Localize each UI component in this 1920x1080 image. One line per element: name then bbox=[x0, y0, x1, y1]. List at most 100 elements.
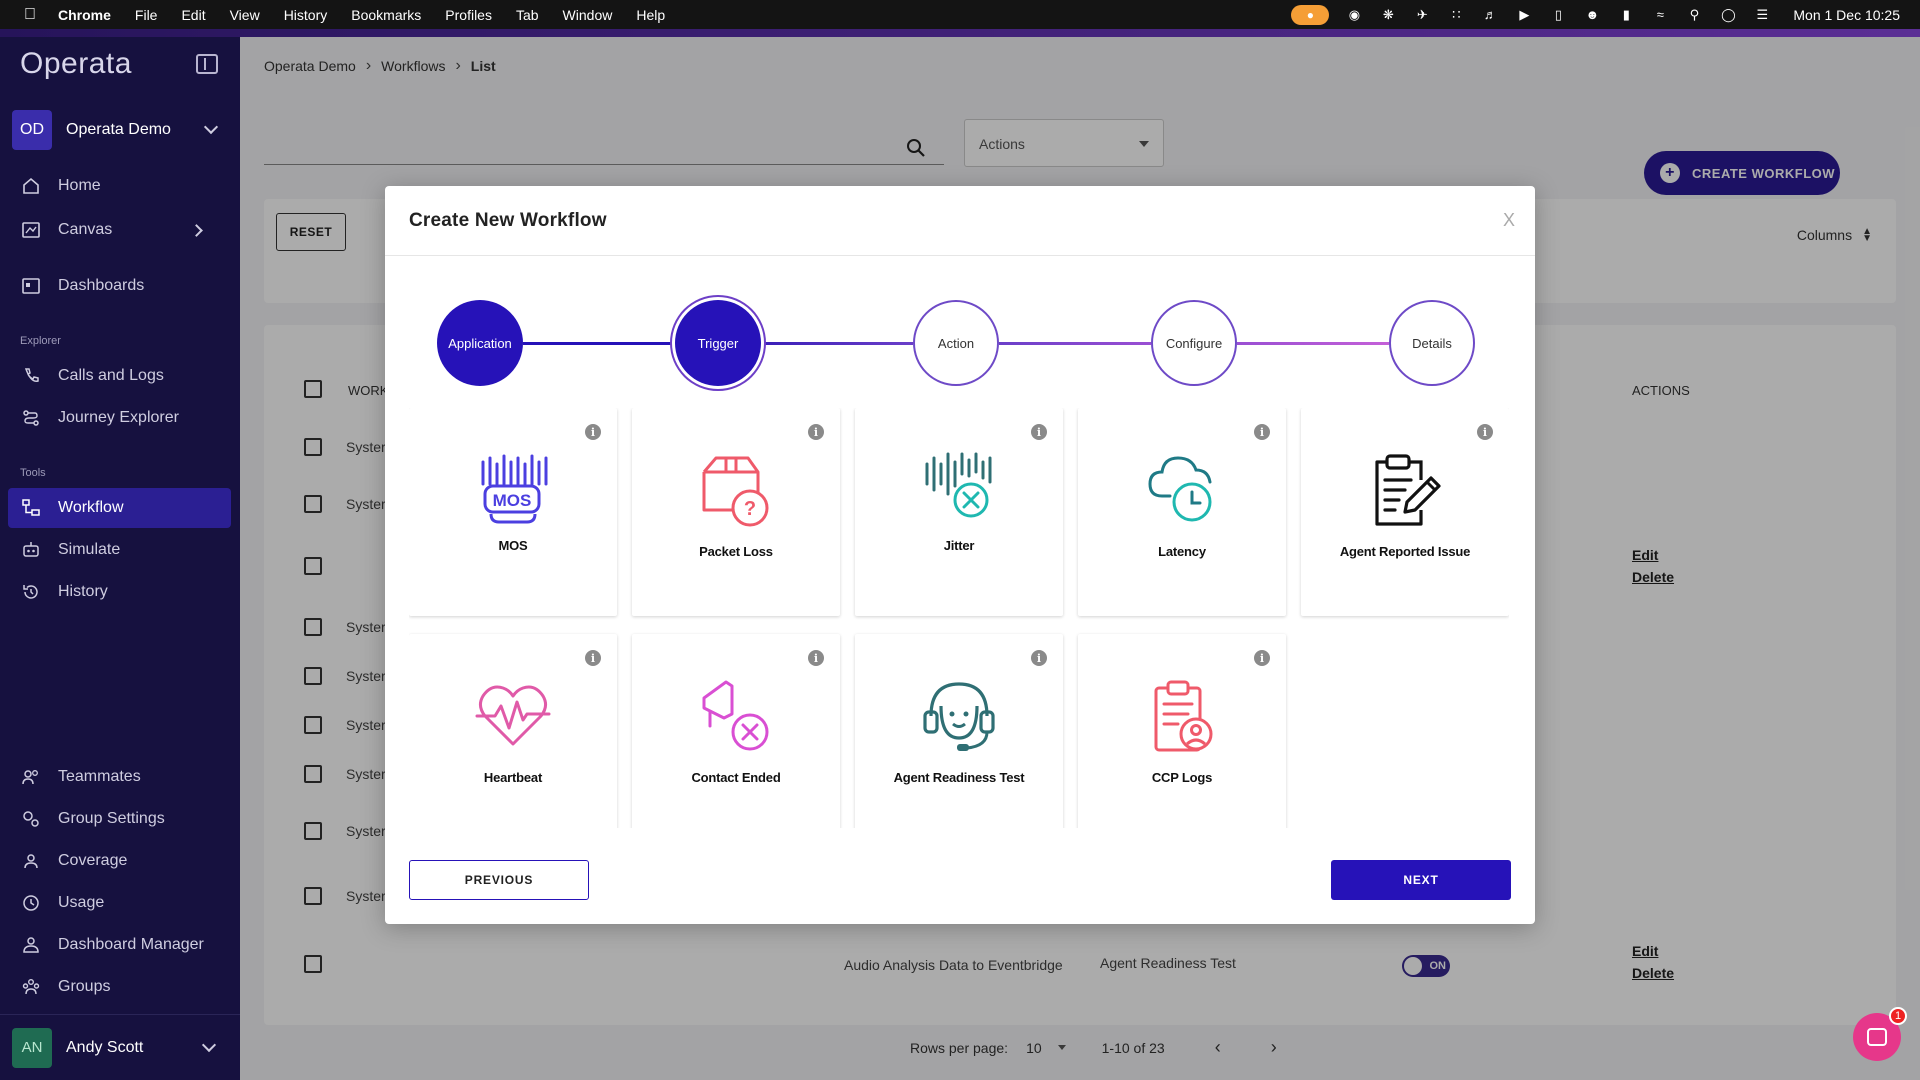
sidebar-item-dashboards[interactable]: Dashboards bbox=[8, 266, 231, 306]
sidebar-item-canvas[interactable]: Canvas bbox=[8, 210, 231, 250]
card-label: Agent Reported Issue bbox=[1339, 544, 1471, 559]
menu-profiles[interactable]: Profiles bbox=[445, 7, 492, 23]
info-icon[interactable]: i bbox=[1031, 424, 1047, 440]
heartbeat-icon bbox=[475, 685, 551, 746]
menu-window[interactable]: Window bbox=[563, 7, 613, 23]
chevron-right-icon bbox=[190, 223, 203, 237]
latency-icon bbox=[1148, 456, 1212, 522]
ai-icon[interactable]: ❋ bbox=[1379, 7, 1397, 23]
trigger-card-agent-reported-issue[interactable]: i Agent Reported Issue bbox=[1301, 408, 1509, 616]
trigger-card-mos[interactable]: i MOS MOS bbox=[409, 408, 617, 616]
section-label-tools: Tools bbox=[20, 467, 46, 479]
chat-launcher-button[interactable]: 1 bbox=[1853, 1007, 1907, 1061]
menu-app-name[interactable]: Chrome bbox=[58, 7, 111, 23]
canvas-icon bbox=[20, 219, 42, 241]
sidebar-item-journey-explorer[interactable]: Journey Explorer bbox=[8, 398, 231, 438]
battery-icon[interactable]: ▮ bbox=[1617, 7, 1635, 23]
menu-help[interactable]: Help bbox=[636, 7, 665, 23]
packet-loss-icon: ? bbox=[702, 456, 769, 527]
trigger-card-agent-readiness-test[interactable]: i Agent Readiness Test bbox=[855, 634, 1063, 828]
chat-icon bbox=[1867, 1028, 1887, 1046]
svg-text:?: ? bbox=[744, 498, 756, 520]
home-icon bbox=[20, 175, 42, 197]
microphone-icon[interactable]: ● bbox=[1291, 4, 1330, 25]
sidebar-item-label: Groups bbox=[58, 978, 111, 995]
sidebar-item-label: Coverage bbox=[58, 852, 128, 869]
sidebar-item-group-settings[interactable]: Group Settings bbox=[8, 799, 231, 839]
card-label: Contact Ended bbox=[691, 770, 781, 785]
workflow-icon bbox=[20, 497, 42, 519]
logo-row: Operata bbox=[0, 29, 240, 99]
card-label: CCP Logs bbox=[1151, 770, 1213, 785]
close-icon[interactable]: X bbox=[1503, 210, 1515, 231]
logo[interactable]: Operata bbox=[20, 47, 132, 81]
menu-file[interactable]: File bbox=[135, 7, 158, 23]
trigger-card-latency[interactable]: i Latency bbox=[1078, 408, 1286, 616]
sidebar-item-coverage[interactable]: Coverage bbox=[8, 841, 231, 881]
info-icon[interactable]: i bbox=[1254, 650, 1270, 666]
step-configure[interactable]: Configure bbox=[1151, 300, 1237, 386]
sidebar-item-dashboard-manager[interactable]: Dashboard Manager bbox=[8, 925, 231, 965]
next-button[interactable]: NEXT bbox=[1331, 860, 1511, 900]
step-application[interactable]: Application bbox=[437, 300, 523, 386]
user-menu[interactable]: AN Andy Scott bbox=[0, 1014, 240, 1080]
sidebar-item-history[interactable]: History bbox=[8, 572, 231, 612]
sidebar-item-label: Canvas bbox=[58, 221, 113, 238]
sidebar-item-home[interactable]: Home bbox=[8, 166, 231, 206]
control-center-icon[interactable]: ☰ bbox=[1753, 7, 1771, 23]
step-details[interactable]: Details bbox=[1389, 300, 1475, 386]
info-icon[interactable]: i bbox=[585, 424, 601, 440]
grid-icon[interactable]: ∷ bbox=[1447, 7, 1465, 23]
spotlight-icon[interactable]: ⚲ bbox=[1685, 7, 1703, 23]
trigger-card-packet-loss[interactable]: i ? Packet Loss bbox=[632, 408, 840, 616]
trigger-card-contact-ended[interactable]: i Contact Ended bbox=[632, 634, 840, 828]
trigger-card-jitter[interactable]: i Jitter bbox=[855, 408, 1063, 616]
password-icon[interactable]: ◉ bbox=[1345, 7, 1363, 23]
play-icon[interactable]: ▶ bbox=[1515, 7, 1533, 23]
modal-title: Create New Workflow bbox=[409, 209, 607, 231]
previous-button[interactable]: PREVIOUS bbox=[409, 860, 589, 900]
menu-history[interactable]: History bbox=[284, 7, 328, 23]
trigger-card-ccp-logs[interactable]: i CCP Logs bbox=[1078, 634, 1286, 828]
os-menu-bar:  Chrome File Edit View History Bookmark… bbox=[0, 0, 1920, 29]
sidebar-item-groups[interactable]: Groups bbox=[8, 967, 231, 1007]
info-icon[interactable]: i bbox=[1031, 650, 1047, 666]
teammates-icon bbox=[20, 766, 42, 788]
sidebar-item-label: Usage bbox=[58, 894, 105, 911]
info-icon[interactable]: i bbox=[585, 650, 601, 666]
collapse-sidebar-icon[interactable] bbox=[196, 54, 218, 74]
apple-icon[interactable]:  bbox=[20, 6, 40, 24]
section-label-explorer: Explorer bbox=[20, 335, 61, 347]
sidebar-item-label: Journey Explorer bbox=[58, 409, 179, 426]
menu-tab[interactable]: Tab bbox=[516, 7, 539, 23]
step-action[interactable]: Action bbox=[913, 300, 999, 386]
create-workflow-modal: Create New Workflow X Application Trigge… bbox=[385, 186, 1535, 924]
sidebar-item-calls-and-logs[interactable]: Calls and Logs bbox=[8, 356, 231, 396]
user-status-icon[interactable]: ☻ bbox=[1583, 7, 1601, 22]
groups-icon bbox=[20, 976, 42, 998]
group-settings-icon bbox=[20, 808, 42, 830]
info-icon[interactable]: i bbox=[808, 650, 824, 666]
siri-icon[interactable]: ◯ bbox=[1719, 7, 1737, 23]
trigger-card-heartbeat[interactable]: i Heartbeat bbox=[409, 634, 617, 828]
step-trigger[interactable]: Trigger bbox=[675, 300, 761, 386]
sidebar-item-usage[interactable]: Usage bbox=[8, 883, 231, 923]
menu-view[interactable]: View bbox=[230, 7, 260, 23]
mos-icon: MOS bbox=[481, 454, 548, 524]
sidebar-item-workflow[interactable]: Workflow bbox=[8, 488, 231, 528]
sidebar-item-teammates[interactable]: Teammates bbox=[8, 757, 231, 797]
menu-edit[interactable]: Edit bbox=[181, 7, 205, 23]
menu-bookmarks[interactable]: Bookmarks bbox=[351, 7, 421, 23]
info-icon[interactable]: i bbox=[808, 424, 824, 440]
airplane-icon[interactable]: ✈ bbox=[1413, 7, 1431, 23]
sidebar-item-simulate[interactable]: Simulate bbox=[8, 530, 231, 570]
phone-status-icon[interactable]: ▯ bbox=[1549, 7, 1567, 23]
volume-icon[interactable]: ♬ bbox=[1481, 7, 1499, 22]
clock[interactable]: Mon 1 Dec 10:25 bbox=[1793, 7, 1900, 23]
org-switcher[interactable]: OD Operata Demo bbox=[12, 106, 228, 154]
wifi-icon[interactable]: ≈ bbox=[1651, 7, 1669, 22]
info-icon[interactable]: i bbox=[1254, 424, 1270, 440]
journey-icon bbox=[20, 407, 42, 429]
info-icon[interactable]: i bbox=[1477, 424, 1493, 440]
chevron-down-icon bbox=[201, 1037, 217, 1052]
